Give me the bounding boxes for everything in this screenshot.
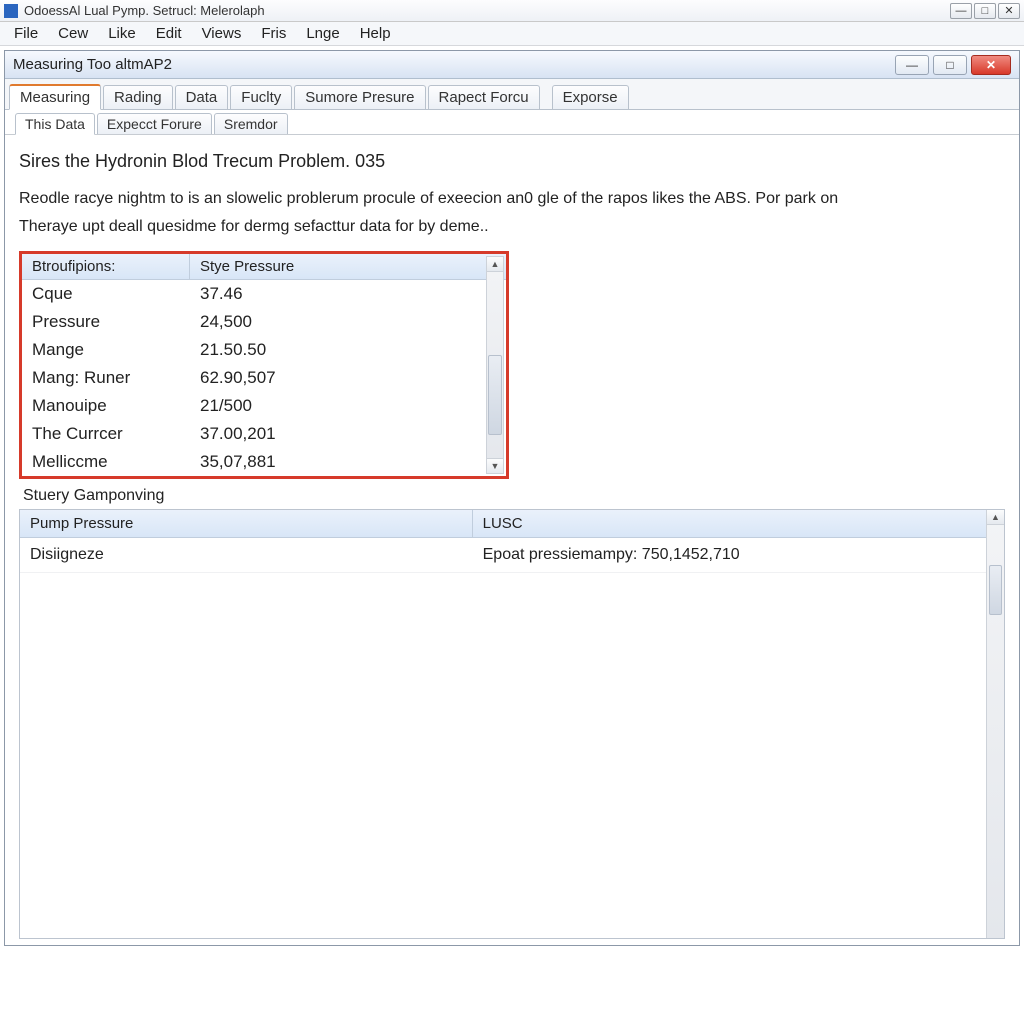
lower-scrollbar[interactable]: ▲ — [986, 510, 1004, 938]
app-minimize-button[interactable]: — — [950, 3, 972, 19]
data-table-header: Btroufipions: Stye Pressure — [22, 254, 506, 280]
menu-views[interactable]: Views — [194, 23, 250, 44]
tab-label: Rapect Forcu — [439, 89, 529, 106]
child-window-buttons: — □ ✕ — [895, 55, 1011, 75]
app-titlebar: OdoessAl Lual Pymp. Setrucl: Melerolaph … — [0, 0, 1024, 22]
tab-fuclty[interactable]: Fuclty — [230, 85, 292, 109]
menu-edit[interactable]: Edit — [148, 23, 190, 44]
subtab-expecct-forure[interactable]: Expecct Forure — [97, 113, 212, 134]
table-row[interactable]: Cque 37.46 — [22, 280, 506, 308]
app-window-buttons: — □ ✕ — [950, 3, 1020, 19]
tab-label: Expecct Forure — [107, 116, 202, 132]
row-label: Melliccme — [22, 450, 190, 474]
app-title: OdoessAl Lual Pymp. Setrucl: Melerolaph — [24, 3, 950, 18]
row-value: 24,500 — [190, 310, 506, 334]
row-value: 21/500 — [190, 394, 506, 418]
table-row[interactable]: Mange 21.50.50 — [22, 336, 506, 364]
row-value: 37.00,201 — [190, 422, 506, 446]
data-table-rows: Cque 37.46 Pressure 24,500 Mange 21.50.5… — [22, 280, 506, 476]
row-value: 21.50.50 — [190, 338, 506, 362]
tab-label: Sumore Presure — [305, 89, 414, 106]
tab-label: Sremdor — [224, 116, 278, 132]
content-area: Sires the Hydronin Blod Trecum Problem. … — [5, 135, 1019, 945]
tab-label: Fuclty — [241, 89, 281, 106]
databox-scrollbar[interactable]: ▲ ▼ — [486, 256, 504, 474]
row-label: Manouipe — [22, 394, 190, 418]
tab-data[interactable]: Data — [175, 85, 229, 109]
table-row[interactable]: Melliccme 35,07,881 — [22, 448, 506, 476]
data-table: Btroufipions: Stye Pressure Cque 37.46 P… — [22, 254, 506, 476]
row-value: 35,07,881 — [190, 450, 506, 474]
scroll-up-icon[interactable]: ▲ — [487, 257, 503, 272]
lower-col1-header: Pump Pressure — [20, 510, 473, 537]
tab-exporse[interactable]: Exporse — [552, 85, 629, 109]
tab-rading[interactable]: Rading — [103, 85, 173, 109]
data-col2-header: Stye Pressure — [190, 254, 506, 279]
app-maximize-button[interactable]: □ — [974, 3, 996, 19]
table-row[interactable]: The Currcer 37.00,201 — [22, 420, 506, 448]
app-close-button[interactable]: ✕ — [998, 3, 1020, 19]
row-label: Mang: Runer — [22, 366, 190, 390]
tab-label: Exporse — [563, 89, 618, 106]
child-close-button[interactable]: ✕ — [971, 55, 1011, 75]
tab-measuring[interactable]: Measuring — [9, 84, 101, 110]
menu-file[interactable]: File — [6, 23, 46, 44]
menubar: File Cew Like Edit Views Fris Lnge Help — [0, 22, 1024, 46]
lower-row-label: Disiigneze — [20, 542, 473, 568]
child-window-titlebar: Measuring Too altmAP2 — □ ✕ — [5, 51, 1019, 79]
row-value: 37.46 — [190, 282, 506, 306]
description-line-1: Reodle racye nightm to is an slowelic pr… — [19, 186, 1005, 212]
tab-label: Measuring — [20, 89, 90, 106]
lower-col2-header: LUSC — [473, 510, 1004, 537]
highlighted-data-box: Btroufipions: Stye Pressure Cque 37.46 P… — [19, 251, 509, 479]
scroll-thumb[interactable] — [488, 355, 502, 435]
row-label: Cque — [22, 282, 190, 306]
tab-label: Rading — [114, 89, 162, 106]
row-label: Mange — [22, 338, 190, 362]
primary-tabstrip: Measuring Rading Data Fuclty Sumore Pres… — [5, 79, 1019, 110]
table-row[interactable]: Manouipe 21/500 — [22, 392, 506, 420]
table-row[interactable]: Pressure 24,500 — [22, 308, 506, 336]
scroll-up-icon[interactable]: ▲ — [987, 510, 1004, 525]
child-maximize-button[interactable]: □ — [933, 55, 967, 75]
description-line-2: Theraye upt deall quesidme for dermg sef… — [19, 214, 1005, 240]
menu-like[interactable]: Like — [100, 23, 144, 44]
app-icon — [4, 4, 18, 18]
row-value: 62.90,507 — [190, 366, 506, 390]
secondary-tabstrip: This Data Expecct Forure Sremdor — [5, 110, 1019, 135]
scroll-down-icon[interactable]: ▼ — [487, 458, 503, 473]
lower-section-label: Stuery Gamponving — [23, 487, 1005, 505]
menu-cew[interactable]: Cew — [50, 23, 96, 44]
child-window: Measuring Too altmAP2 — □ ✕ Measuring Ra… — [4, 50, 1020, 946]
table-row[interactable]: Mang: Runer 62.90,507 — [22, 364, 506, 392]
subtab-sremdor[interactable]: Sremdor — [214, 113, 288, 134]
lower-table-row[interactable]: Disiigneze Epoat pressiemampy: 750,1452,… — [20, 538, 1004, 573]
data-col1-header: Btroufipions: — [22, 254, 190, 279]
row-label: The Currcer — [22, 422, 190, 446]
menu-lnge[interactable]: Lnge — [298, 23, 347, 44]
lower-table-header: Pump Pressure LUSC — [20, 510, 1004, 538]
child-minimize-button[interactable]: — — [895, 55, 929, 75]
tab-rapect-forcu[interactable]: Rapect Forcu — [428, 85, 540, 109]
scroll-thumb[interactable] — [989, 565, 1002, 615]
lower-panel: Pump Pressure LUSC Disiigneze Epoat pres… — [19, 509, 1005, 939]
child-window-title: Measuring Too altmAP2 — [13, 56, 895, 73]
menu-help[interactable]: Help — [352, 23, 399, 44]
lower-row-value: Epoat pressiemampy: 750,1452,710 — [473, 542, 1004, 568]
page-heading: Sires the Hydronin Blod Trecum Problem. … — [19, 151, 1005, 172]
tab-label: This Data — [25, 116, 85, 132]
tab-sumore-presure[interactable]: Sumore Presure — [294, 85, 425, 109]
subtab-this-data[interactable]: This Data — [15, 113, 95, 135]
row-label: Pressure — [22, 310, 190, 334]
tab-label: Data — [186, 89, 218, 106]
menu-fris[interactable]: Fris — [253, 23, 294, 44]
